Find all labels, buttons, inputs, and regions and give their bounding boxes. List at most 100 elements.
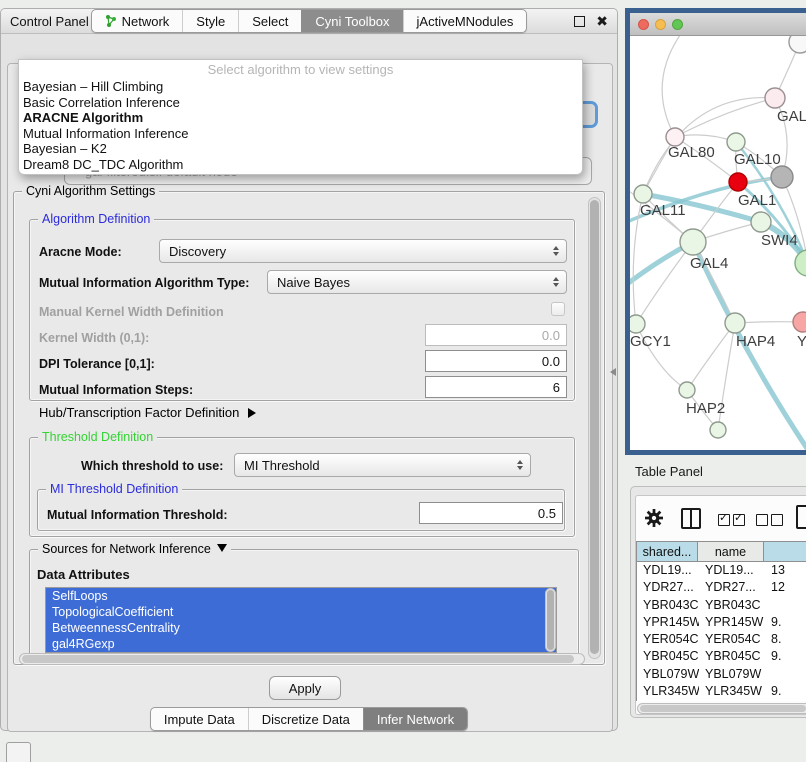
down-triangle-icon[interactable] [217, 544, 227, 552]
algorithm-option-bayesian-hill-climbing[interactable]: Bayesian – Hill Climbing [19, 79, 582, 95]
gear-icon[interactable] [645, 509, 663, 532]
algorithm-option-mutual-information-inference[interactable]: Mutual Information Inference [19, 126, 582, 142]
unchecked-checkbox-icon[interactable] [771, 514, 783, 526]
network-node-gal-top[interactable] [765, 88, 785, 108]
network-window-titlebar[interactable] [630, 13, 806, 36]
splitpane-arrow-icon[interactable] [610, 368, 616, 376]
minimize-traffic-light-icon[interactable] [655, 19, 666, 30]
table-cell: YBR043C [699, 597, 765, 614]
network-node-swi4[interactable] [751, 212, 771, 232]
settings-vertical-scrollbar[interactable] [588, 197, 601, 659]
network-node-gal4[interactable] [680, 229, 706, 255]
network-node-salmon-right[interactable] [793, 312, 806, 332]
columns-icon[interactable] [681, 508, 701, 529]
cyni-settings-title: Cyni Algorithm Settings [22, 184, 159, 199]
settings-hscrollbar-thumb[interactable] [22, 655, 574, 663]
table-cell: YIL052C [699, 700, 765, 701]
table-horizontal-scrollbar[interactable] [637, 703, 806, 714]
dpi-tolerance-field[interactable]: 0.0 [425, 350, 567, 372]
table-row[interactable]: YBL079WYBL079W [637, 666, 806, 683]
node-label-gal: GAL [777, 108, 806, 125]
table-row[interactable]: YBR045CYBR045C9. [637, 648, 806, 665]
which-threshold-combo[interactable]: MI Threshold [234, 453, 531, 477]
algorithm-option-dream8-dc-tdc-algorithm[interactable]: Dream8 DC_TDC Algorithm [19, 157, 582, 173]
data-attributes-list[interactable]: SelfLoopsTopologicalCoefficientBetweenne… [45, 587, 557, 653]
table-row[interactable]: YDR27...YDR27...12 [637, 579, 806, 596]
kernel-width-field[interactable]: 0.0 [425, 324, 567, 346]
checked-checkbox-icon[interactable] [718, 514, 730, 526]
attribute-item-selfloops[interactable]: SelfLoops [46, 588, 556, 604]
algorithm-option-basic-correlation-inference[interactable]: Basic Correlation Inference [19, 95, 582, 111]
mi-threshold-field[interactable]: 0.5 [419, 502, 563, 524]
tab-impute-data[interactable]: Impute Data [151, 708, 248, 730]
table-row[interactable]: YPR145WYPR145W9. [637, 614, 806, 631]
network-node-hap4[interactable] [725, 313, 745, 333]
network-edge[interactable] [662, 36, 685, 137]
table-panel-title: Table Panel [635, 464, 703, 479]
network-node-gal10[interactable] [727, 133, 745, 151]
checked-checkbox-icon[interactable] [733, 514, 745, 526]
unchecked-checkbox-icon[interactable] [756, 514, 768, 526]
kernel-width-label: Kernel Width (0,1): [39, 331, 149, 345]
attribute-item-topologicalcoefficient[interactable]: TopologicalCoefficient [46, 604, 556, 620]
network-edge[interactable] [687, 323, 735, 390]
attributes-scrollbar[interactable] [545, 588, 556, 652]
hub-definition-label: Hub/Transcription Factor Definition [39, 405, 239, 420]
table-row[interactable]: YBR043CYBR043C [637, 597, 806, 614]
column-header-name[interactable]: name [698, 541, 764, 562]
settings-scrollbar-thumb[interactable] [590, 200, 599, 654]
table-row[interactable]: YLR345WYLR345W9. [637, 683, 806, 700]
tab-discretize-data[interactable]: Discretize Data [248, 708, 363, 730]
attributes-scrollbar-thumb[interactable] [547, 590, 554, 650]
column-header-shared[interactable]: shared... [636, 541, 698, 562]
collapsed-panel-icon[interactable] [6, 742, 31, 762]
node-label-y: Y [797, 333, 806, 350]
network-node-top-partial[interactable] [789, 36, 806, 53]
table-row[interactable]: YER054CYER054C8. [637, 631, 806, 648]
table-hscrollbar-thumb[interactable] [640, 705, 806, 712]
network-node-gal11[interactable] [634, 185, 652, 203]
aracne-mode-combo[interactable]: Discovery [159, 239, 567, 263]
network-edge[interactable] [636, 242, 693, 324]
network-canvas[interactable]: GALGAL80GAL10GAL1GAL11SWI4GAL4GCY1HAP4YH… [630, 36, 806, 450]
data-attributes-label: Data Attributes [37, 567, 130, 582]
apply-button[interactable]: Apply [269, 676, 341, 700]
algorithm-option-bayesian-k2[interactable]: Bayesian – K2 [19, 141, 582, 157]
network-node-hap2[interactable] [679, 382, 695, 398]
table-body[interactable]: YDL19...YDL19...13YDR27...YDR27...12YBR0… [636, 562, 806, 701]
aracne-mode-value: Discovery [169, 244, 226, 259]
chevron-updown-icon [517, 460, 523, 470]
zoom-traffic-light-icon[interactable] [672, 19, 683, 30]
mi-steps-field[interactable]: 6 [425, 376, 567, 398]
network-node-gal1[interactable] [729, 173, 747, 191]
network-node-gcy1[interactable] [630, 315, 645, 333]
algorithm-option-aracne-algorithm[interactable]: ARACNE Algorithm [19, 110, 582, 126]
mi-steps-label: Mutual Information Steps: [39, 383, 193, 397]
hub-definition-toggle[interactable]: Hub/Transcription Factor Definition [39, 405, 256, 420]
screen: Control Panel ✖ NetworkStyleSelectCyni T… [0, 0, 806, 762]
page-icon[interactable] [796, 505, 806, 529]
network-view-window: GALGAL80GAL10GAL1GAL11SWI4GAL4GCY1HAP4YH… [625, 8, 806, 455]
network-node-green-right[interactable] [795, 250, 806, 276]
sources-title[interactable]: Sources for Network Inference [38, 542, 231, 557]
mi-type-label: Mutual Information Algorithm Type: [39, 276, 249, 290]
network-node-gray-hub[interactable] [771, 166, 793, 188]
network-node-bottom-partial[interactable] [710, 422, 726, 438]
table-cell: YDR27... [699, 579, 765, 596]
node-label-hap4: HAP4 [736, 333, 775, 350]
right-triangle-icon[interactable] [248, 408, 256, 418]
attribute-item-betweennesscentrality[interactable]: BetweennessCentrality [46, 620, 556, 636]
table-row[interactable]: YDL19...YDL19...13 [637, 562, 806, 579]
table-row[interactable]: YIL052CYIL052C9 [637, 700, 806, 701]
algorithm-dropdown-placeholder: Select algorithm to view settings [19, 60, 582, 79]
table-cell [765, 666, 806, 683]
table-cell: 12 [765, 579, 806, 596]
settings-horizontal-scrollbar[interactable] [19, 653, 585, 665]
tab-infer-network[interactable]: Infer Network [363, 708, 467, 730]
manual-kernel-checkbox[interactable] [551, 302, 565, 316]
tab-label: Impute Data [164, 712, 235, 727]
attribute-item-gal4rgexp[interactable]: gal4RGexp [46, 636, 556, 652]
mi-type-combo[interactable]: Naive Bayes [267, 270, 567, 294]
close-traffic-light-icon[interactable] [638, 19, 649, 30]
column-header-2[interactable] [764, 541, 806, 562]
